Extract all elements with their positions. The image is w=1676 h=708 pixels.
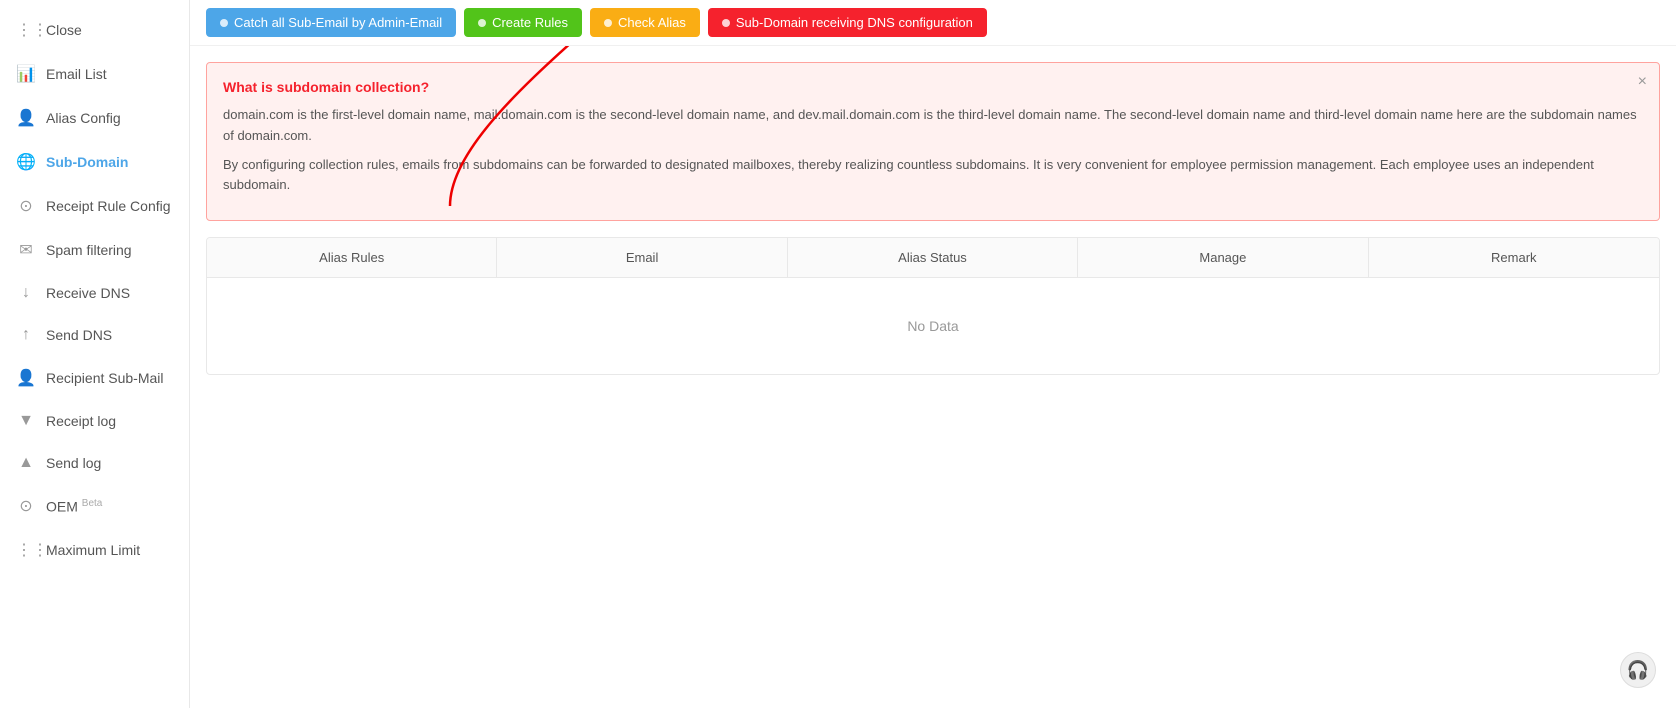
- person-icon: 👤: [16, 368, 36, 388]
- user-icon: 👤: [16, 108, 36, 128]
- down-arrow-icon: ↓: [16, 284, 36, 302]
- alias-table: Alias Rules Email Alias Status Manage Re…: [206, 237, 1660, 375]
- check-alias-dot: [604, 19, 612, 27]
- headset-icon: 🎧: [1627, 660, 1649, 681]
- limit-icon: ⋮⋮: [16, 540, 36, 560]
- info-box: What is subdomain collection? domain.com…: [206, 62, 1660, 221]
- col-alias-rules: Alias Rules: [207, 238, 497, 277]
- check-alias-button[interactable]: Check Alias: [590, 8, 700, 37]
- create-rules-button[interactable]: Create Rules: [464, 8, 582, 37]
- sidebar-item-recipient-sub-mail[interactable]: 👤 Recipient Sub-Mail: [0, 356, 189, 400]
- sidebar: ⋮⋮ Close 📊 Email List 👤 Alias Config 🌐 S…: [0, 0, 190, 708]
- info-box-close-button[interactable]: ×: [1638, 73, 1647, 91]
- col-alias-status: Alias Status: [788, 238, 1078, 277]
- sidebar-item-receive-dns[interactable]: ↓ Receive DNS: [0, 272, 189, 314]
- sidebar-item-oem-beta[interactable]: ⊙ OEM Beta: [0, 484, 189, 528]
- content-area: What is subdomain collection? domain.com…: [190, 46, 1676, 708]
- col-manage: Manage: [1078, 238, 1368, 277]
- oem-icon: ⊙: [16, 496, 36, 516]
- sidebar-item-spam-filtering[interactable]: ✉ Spam filtering: [0, 228, 189, 272]
- sidebar-item-maximum-limit[interactable]: ⋮⋮ Maximum Limit: [0, 528, 189, 572]
- info-box-text1: domain.com is the first-level domain nam…: [223, 105, 1643, 147]
- globe-icon: 🌐: [16, 152, 36, 172]
- toolbar: Catch all Sub-Email by Admin-Email Creat…: [190, 0, 1676, 46]
- close-icon: ⋮⋮: [16, 20, 36, 40]
- sub-domain-dns-button[interactable]: Sub-Domain receiving DNS configuration: [708, 8, 987, 37]
- create-rules-dot: [478, 19, 486, 27]
- col-email: Email: [497, 238, 787, 277]
- col-remark: Remark: [1369, 238, 1659, 277]
- expand-icon: ▲: [16, 454, 36, 472]
- collapse-icon: ▼: [16, 412, 36, 430]
- sidebar-item-receipt-log[interactable]: ▼ Receipt log: [0, 400, 189, 442]
- sidebar-item-close[interactable]: ⋮⋮ Close: [0, 8, 189, 52]
- sidebar-item-receipt-rule-config[interactable]: ⊙ Receipt Rule Config: [0, 184, 189, 228]
- up-arrow-icon: ↑: [16, 326, 36, 344]
- catch-all-dot: [220, 19, 228, 27]
- sidebar-item-send-dns[interactable]: ↑ Send DNS: [0, 314, 189, 356]
- catch-all-button[interactable]: Catch all Sub-Email by Admin-Email: [206, 8, 456, 37]
- table-empty-state: No Data: [207, 278, 1659, 374]
- sidebar-item-send-log[interactable]: ▲ Send log: [0, 442, 189, 484]
- main-content: Catch all Sub-Email by Admin-Email Creat…: [190, 0, 1676, 708]
- sidebar-item-alias-config[interactable]: 👤 Alias Config: [0, 96, 189, 140]
- info-box-text2: By configuring collection rules, emails …: [223, 155, 1643, 197]
- rule-icon: ⊙: [16, 196, 36, 216]
- support-button[interactable]: 🎧: [1620, 652, 1656, 688]
- sub-domain-dns-dot: [722, 19, 730, 27]
- info-box-title: What is subdomain collection?: [223, 79, 1643, 95]
- sidebar-item-sub-domain[interactable]: 🌐 Sub-Domain: [0, 140, 189, 184]
- sidebar-item-email-list[interactable]: 📊 Email List: [0, 52, 189, 96]
- spam-icon: ✉: [16, 240, 36, 260]
- bar-chart-icon: 📊: [16, 64, 36, 84]
- table-header: Alias Rules Email Alias Status Manage Re…: [207, 238, 1659, 278]
